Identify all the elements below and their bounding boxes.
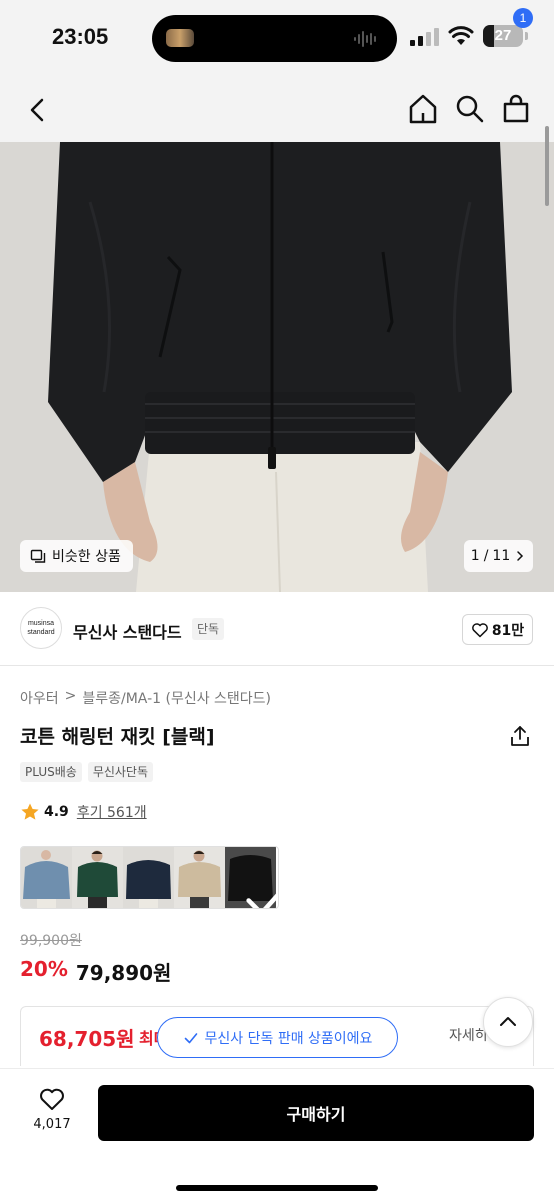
dynamic-island <box>152 15 397 62</box>
original-price: 99,900원 <box>20 933 82 949</box>
tag-plus-delivery: PLUS배송 <box>20 762 82 782</box>
cart-icon[interactable] <box>499 92 533 126</box>
search-icon[interactable] <box>453 92 487 126</box>
battery-percent: 27 <box>494 27 512 44</box>
chevron-right-icon <box>517 551 524 561</box>
star-icon <box>21 803 39 820</box>
exclusive-toast: 무신사 단독 판매 상품이에요 <box>157 1017 398 1058</box>
breadcrumb-category[interactable]: 아우터 <box>20 688 59 708</box>
chevron-left-icon[interactable] <box>22 94 54 126</box>
breadcrumb: 아우터 > 블루종/MA-1 (무신사 스탠다드) <box>20 688 271 708</box>
sale-price: 79,890원 <box>75 961 172 985</box>
similar-products-button[interactable]: 비슷한 상품 <box>20 540 133 572</box>
similar-products-label: 비슷한 상품 <box>52 549 121 565</box>
breadcrumb-separator: > <box>64 688 77 704</box>
check-icon <box>184 1032 197 1043</box>
discount-rate: 20% <box>20 957 68 981</box>
color-option-beige[interactable] <box>174 847 225 908</box>
rating-value: 4.9 <box>44 804 69 820</box>
top-nav-bar <box>0 80 554 142</box>
now-playing-artwork <box>166 29 194 47</box>
exclusive-badge: 단독 <box>192 618 225 640</box>
product-title: 코튼 해링턴 재킷 [블랙] <box>20 726 215 748</box>
benefit-detail-link[interactable]: 자세히 <box>449 1025 488 1045</box>
brand-logo[interactable]: musinsa standard <box>20 607 62 649</box>
status-bar: 23:05 27 <box>0 0 554 80</box>
share-icon[interactable] <box>508 724 532 748</box>
color-navy-thumbnail <box>123 847 174 908</box>
page-scrollbar[interactable] <box>545 126 549 206</box>
price-row: 20% 79,890원 <box>20 957 171 986</box>
brand-logo-text-1: musinsa <box>27 620 55 627</box>
brand-row: musinsa standard 무신사 스탠다드 단독 81만 <box>0 592 554 666</box>
color-option-black[interactable] <box>225 847 278 908</box>
heart-icon <box>40 1088 64 1110</box>
scroll-to-top-button[interactable] <box>483 997 533 1047</box>
buy-button[interactable]: 구매하기 <box>98 1085 534 1141</box>
color-option-blue[interactable] <box>21 847 72 908</box>
brand-name-link[interactable]: 무신사 스탠다드 <box>73 619 182 643</box>
review-count-link[interactable]: 후기 561개 <box>77 802 147 822</box>
battery-cap <box>525 32 528 40</box>
color-beige-thumbnail <box>174 847 225 908</box>
color-option-green[interactable] <box>72 847 123 908</box>
bottom-action-bar: 4,017 구매하기 <box>0 1068 554 1200</box>
check-icon <box>246 891 278 908</box>
battery-indicator: 27 <box>483 25 523 47</box>
gallery-page-separator: / <box>483 548 489 564</box>
color-option-navy[interactable] <box>123 847 174 908</box>
product-like-button[interactable]: 4,017 <box>24 1085 80 1145</box>
color-options <box>20 846 279 909</box>
battery-level <box>483 25 494 47</box>
product-like-count: 4,017 <box>33 1117 71 1132</box>
brand-like-count: 81만 <box>491 622 525 639</box>
home-indicator[interactable] <box>176 1185 378 1191</box>
product-image-gallery[interactable]: 비슷한 상품 1 / 11 <box>0 142 554 592</box>
cart-count-badge: 1 <box>513 8 533 28</box>
brand-logo-text-2: standard <box>27 629 55 636</box>
color-blue-thumbnail <box>21 847 72 908</box>
product-tags: PLUS배송 무신사단독 <box>20 762 154 782</box>
home-icon[interactable] <box>406 92 440 126</box>
gallery-page-total: 11 <box>492 548 511 564</box>
chevron-up-icon <box>500 1017 516 1026</box>
gallery-page-counter[interactable]: 1 / 11 <box>464 540 533 572</box>
audio-waveform-icon <box>354 31 376 47</box>
wifi-icon <box>448 26 474 45</box>
heart-icon <box>471 622 488 637</box>
exclusive-toast-text: 무신사 단독 판매 상품이에요 <box>204 1030 373 1047</box>
tag-exclusive: 무신사단독 <box>87 762 154 782</box>
product-photo <box>0 142 554 592</box>
status-time: 23:05 <box>52 24 109 49</box>
signal-icon <box>410 28 439 46</box>
similar-items-icon <box>30 549 46 563</box>
gallery-page-current: 1 <box>470 548 480 564</box>
brand-like-button[interactable]: 81만 <box>462 614 533 645</box>
max-benefit-price: 68,705원 <box>39 1027 135 1051</box>
breadcrumb-subcategory[interactable]: 블루종/MA-1 (무신사 스탠다드) <box>82 688 271 708</box>
rating-row: 4.9 후기 561개 <box>20 802 147 822</box>
color-green-thumbnail <box>72 847 123 908</box>
